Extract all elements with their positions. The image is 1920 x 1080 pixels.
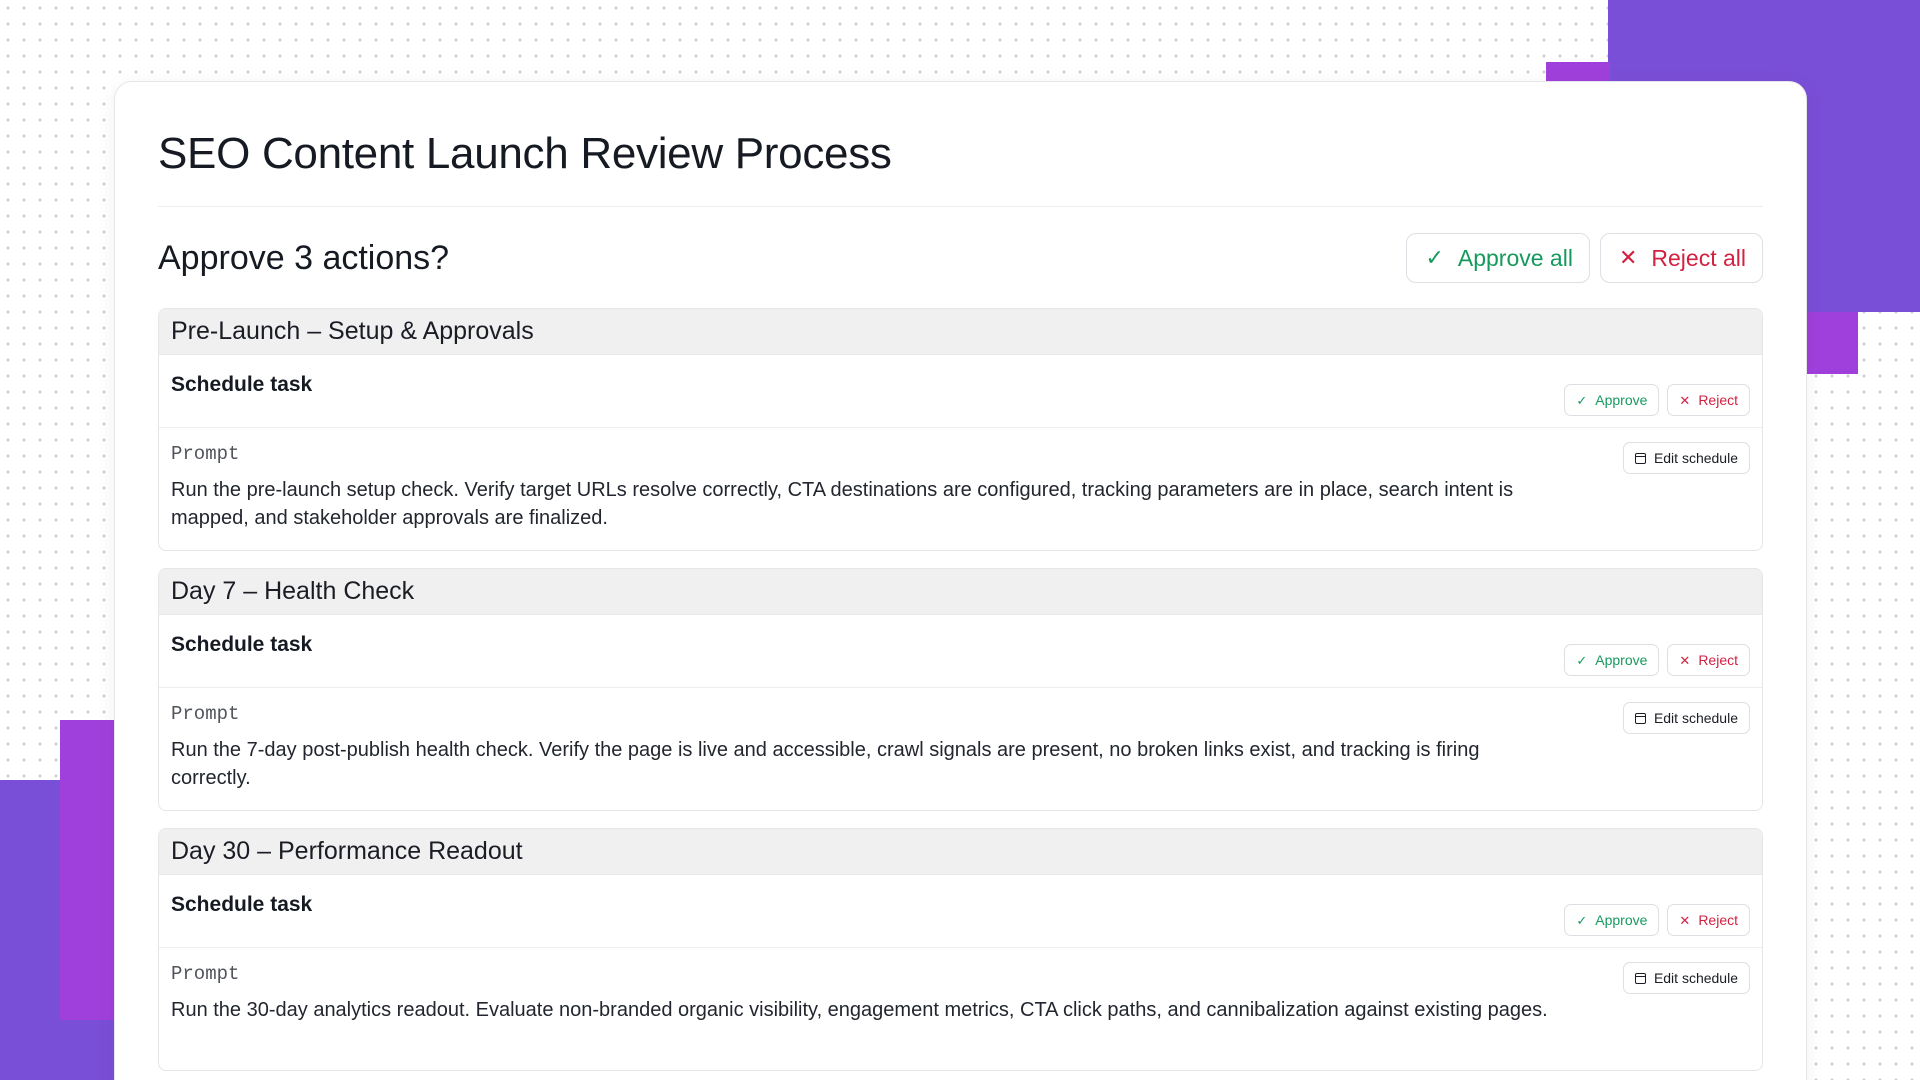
reject-label: Reject xyxy=(1698,392,1738,408)
action-sections: Pre-Launch – Setup & Approvals Schedule … xyxy=(158,308,1763,1080)
approve-button[interactable]: ✓ Approve xyxy=(1564,384,1660,416)
task-label: Schedule task xyxy=(171,373,313,396)
edit-schedule-label: Edit schedule xyxy=(1653,970,1738,986)
reject-button[interactable]: ✕ Reject xyxy=(1667,904,1750,936)
section-pre-launch: Pre-Launch – Setup & Approvals Schedule … xyxy=(158,308,1763,551)
task-label: Schedule task xyxy=(171,633,313,656)
section-title: Day 30 – Performance Readout xyxy=(159,829,1762,875)
prompt-text: Run the 7-day post-publish health check.… xyxy=(171,739,1480,789)
edit-schedule-button[interactable]: Edit schedule xyxy=(1622,702,1750,734)
prompt-body: Prompt Run the 30-day analytics readout.… xyxy=(171,962,1561,1024)
x-icon: ✕ xyxy=(1679,912,1691,928)
decor-magenta-block-bottom-left xyxy=(60,720,116,1020)
task-row: Schedule task ✓ Approve ✕ Reject xyxy=(159,355,1762,428)
calendar-icon xyxy=(1634,452,1646,464)
prompt-label: Prompt xyxy=(171,443,240,465)
approve-label: Approve xyxy=(1595,912,1648,928)
reject-all-button[interactable]: ✕ Reject all xyxy=(1599,233,1763,283)
reject-button[interactable]: ✕ Reject xyxy=(1667,384,1750,416)
task-label: Schedule task xyxy=(171,893,313,916)
x-icon: ✕ xyxy=(1679,652,1691,668)
x-icon: ✕ xyxy=(1618,245,1638,270)
calendar-icon xyxy=(1634,712,1646,724)
reject-label: Reject xyxy=(1698,652,1738,668)
prompt-body: Prompt Run the pre-launch setup check. V… xyxy=(171,442,1561,532)
decor-magenta-block-right xyxy=(1806,312,1858,374)
prompt-row: Prompt Run the 7-day post-publish health… xyxy=(159,688,1762,810)
edit-schedule-button[interactable]: Edit schedule xyxy=(1622,962,1750,994)
prompt-label: Prompt xyxy=(171,703,240,725)
task-row: Schedule task ✓ Approve ✕ Reject xyxy=(159,615,1762,688)
approve-button[interactable]: ✓ Approve xyxy=(1564,644,1660,676)
task-row: Schedule task ✓ Approve ✕ Reject xyxy=(159,875,1762,948)
prompt-row: Prompt Run the 30-day analytics readout.… xyxy=(159,948,1762,1070)
edit-schedule-button[interactable]: Edit schedule xyxy=(1622,442,1750,474)
edit-schedule-label: Edit schedule xyxy=(1653,710,1738,726)
check-icon: ✓ xyxy=(1425,245,1444,270)
task-actions: ✓ Approve ✕ Reject xyxy=(1564,644,1750,676)
section-day-7: Day 7 – Health Check Schedule task ✓ App… xyxy=(158,568,1763,811)
task-actions: ✓ Approve ✕ Reject xyxy=(1564,384,1750,416)
approve-label: Approve xyxy=(1595,652,1648,668)
prompt-text: Run the pre-launch setup check. Verify t… xyxy=(171,479,1514,529)
bulk-actions: ✓ Approve all ✕ Reject all xyxy=(1406,233,1763,283)
prompt-text: Run the 30-day analytics readout. Evalua… xyxy=(171,999,1548,1021)
reject-all-label: Reject all xyxy=(1651,244,1746,271)
check-icon: ✓ xyxy=(1576,392,1588,408)
approve-label: Approve xyxy=(1595,392,1648,408)
task-actions: ✓ Approve ✕ Reject xyxy=(1564,904,1750,936)
approve-all-label: Approve all xyxy=(1457,244,1573,271)
section-title: Pre-Launch – Setup & Approvals xyxy=(159,309,1762,355)
decor-purple-block-bottom-left-base xyxy=(0,1020,116,1080)
reject-label: Reject xyxy=(1698,912,1738,928)
approve-header: Approve 3 actions? ✓ Approve all ✕ Rejec… xyxy=(158,233,1763,283)
approve-button[interactable]: ✓ Approve xyxy=(1564,904,1660,936)
approve-all-button[interactable]: ✓ Approve all xyxy=(1406,233,1590,283)
reject-button[interactable]: ✕ Reject xyxy=(1667,644,1750,676)
check-icon: ✓ xyxy=(1576,652,1588,668)
x-icon: ✕ xyxy=(1679,392,1691,408)
page-title: SEO Content Launch Review Process xyxy=(158,129,892,178)
section-title: Day 7 – Health Check xyxy=(159,569,1762,615)
title-divider xyxy=(158,206,1763,207)
prompt-label: Prompt xyxy=(171,963,240,985)
section-day-30: Day 30 – Performance Readout Schedule ta… xyxy=(158,828,1763,1071)
check-icon: ✓ xyxy=(1576,912,1588,928)
edit-schedule-label: Edit schedule xyxy=(1653,450,1738,466)
approve-heading: Approve 3 actions? xyxy=(158,238,450,277)
prompt-body: Prompt Run the 7-day post-publish health… xyxy=(171,702,1561,792)
calendar-icon xyxy=(1634,972,1646,984)
prompt-row: Prompt Run the pre-launch setup check. V… xyxy=(159,428,1762,550)
review-card: SEO Content Launch Review Process Approv… xyxy=(114,81,1807,1080)
